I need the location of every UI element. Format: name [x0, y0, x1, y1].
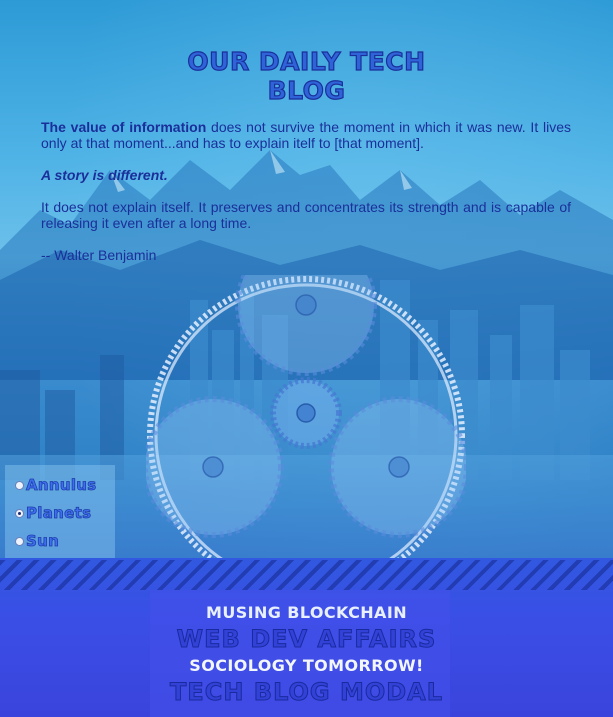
planetary-gear-icon — [146, 275, 466, 594]
radio-option-annulus[interactable]: Annulus — [15, 475, 97, 495]
quote-attribution: -- Walter Benjamin — [41, 247, 157, 263]
radio-button-sun[interactable] — [15, 536, 24, 546]
quote-emphasis: A story is different. — [41, 167, 168, 183]
planet-gear-top — [235, 275, 377, 376]
view-mode-panel: Annulus Planets Sun — [5, 465, 115, 567]
radio-button-annulus[interactable] — [15, 480, 24, 490]
quote-paragraph-3: It does not explain itself. It preserves… — [41, 199, 571, 231]
quote-lead: The value of information — [41, 119, 207, 135]
planet-gear-right — [328, 396, 466, 538]
radio-label-annulus: Annulus — [26, 476, 97, 495]
radio-button-planets[interactable] — [15, 508, 24, 518]
planet-gear-left — [146, 396, 284, 538]
radio-label-planets: Planets — [26, 504, 92, 523]
radio-label-sun: Sun — [26, 532, 60, 551]
sun-gear — [270, 377, 342, 449]
nav-link-sociology-tomorrow[interactable]: SOCIOLOGY TOMORROW! — [150, 653, 463, 678]
quote-paragraph-1: The value of information does not surviv… — [41, 119, 571, 151]
radio-option-planets[interactable]: Planets — [15, 503, 91, 523]
radio-option-sun[interactable]: Sun — [15, 531, 59, 551]
nav-link-web-dev-affairs[interactable]: WEB DEV AFFAIRS — [150, 625, 463, 654]
quote-block: The value of information does not surviv… — [41, 119, 571, 279]
blog-nav: MUSING BLOCKCHAIN WEB DEV AFFAIRS SOCIOL… — [150, 600, 463, 707]
footer-pattern — [0, 560, 613, 590]
nav-link-musing-blockchain[interactable]: MUSING BLOCKCHAIN — [150, 600, 463, 625]
page-title: OUR DAILY TECH BLOG — [187, 46, 426, 105]
nav-link-tech-blog-modal[interactable]: TECH BLOG MODAL — [150, 678, 463, 707]
